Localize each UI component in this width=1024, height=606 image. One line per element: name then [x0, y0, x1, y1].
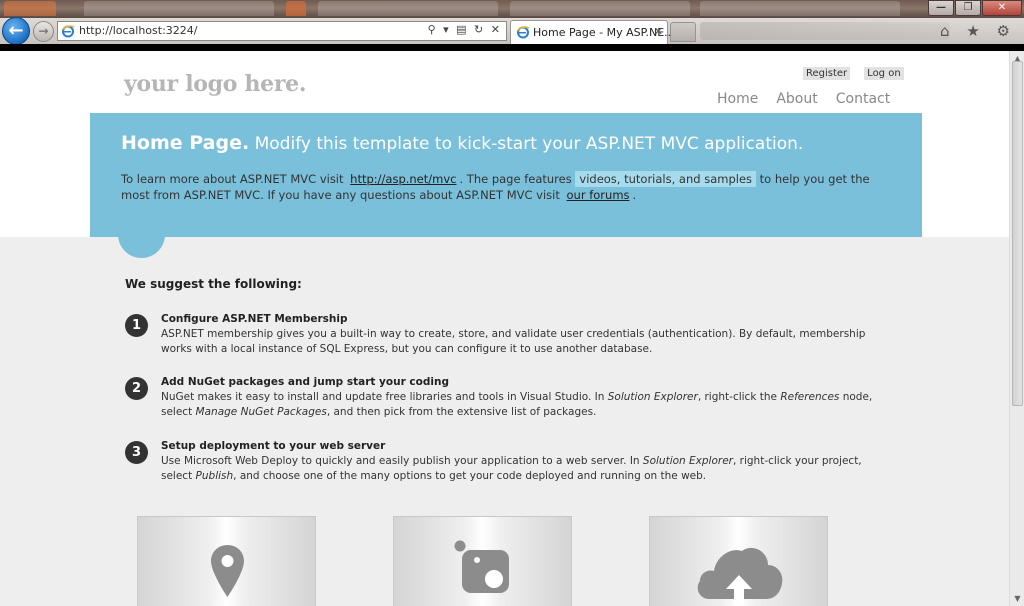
step-title: Add NuGet packages and jump start your c… [161, 376, 449, 388]
address-text[interactable]: http://localhost:3224/ [79, 24, 197, 37]
login-link[interactable]: Log on [864, 67, 904, 80]
nav-contact-link[interactable]: Contact [836, 91, 890, 107]
address-bar[interactable]: http://localhost:3224/ ⚲ ▾ ▤ ↻ ✕ [57, 21, 507, 41]
login-display: Register Log on [803, 67, 904, 80]
step-desc-part: , right-click the [697, 391, 781, 403]
back-button[interactable]: ← [2, 17, 30, 45]
background-tab [700, 1, 900, 16]
feature-card [137, 516, 316, 606]
step-desc-em: Solution Explorer [642, 455, 733, 467]
featured-highlight: videos, tutorials, and samples [575, 171, 757, 187]
step-desc-part: Use Microsoft Web Deploy to quickly and … [161, 455, 643, 467]
nav-about-link[interactable]: About [776, 91, 817, 107]
toolbar-divider [0, 44, 1024, 51]
scrollbar-thumb[interactable] [1012, 61, 1023, 406]
browser-tool-icons[interactable]: ⌂ ★ ⚙ [940, 22, 1016, 40]
nav-home-link[interactable]: Home [717, 91, 758, 107]
location-pin-icon [211, 545, 244, 597]
forums-link[interactable]: our forums [564, 188, 633, 202]
step-description: ASP.NET membership gives you a built-in … [161, 328, 866, 355]
featured-title-strong: Home Page. [121, 132, 250, 154]
photo-icon [454, 540, 509, 593]
tab-home-page[interactable]: Home Page - My ASP.NE... ✕ [510, 20, 675, 44]
step-desc-em: Publish [195, 470, 234, 482]
window-controls: — ❐ ✕ [927, 0, 1022, 16]
step-description: Use Microsoft Web Deploy to quickly and … [161, 454, 893, 484]
close-window-button[interactable]: ✕ [982, 0, 1022, 16]
cloud-upload-icon [697, 547, 783, 605]
featured-text-part: To learn more about ASP.NET MVC visit [121, 172, 348, 186]
featured-title: Home Page. Modify this template to kick-… [121, 132, 803, 154]
window-title-bar: — ❐ ✕ [0, 0, 1024, 18]
step-desc-em: Manage NuGet Packages [195, 406, 327, 418]
background-tab [510, 1, 690, 16]
minimize-button[interactable]: — [928, 0, 954, 16]
step-desc-em: References [780, 391, 840, 403]
background-tab [84, 1, 274, 16]
ie-icon [61, 25, 75, 38]
background-tab [286, 1, 306, 16]
scroll-down-arrow-icon[interactable]: ▼ [1010, 591, 1024, 606]
new-tab-button[interactable] [670, 22, 696, 42]
step-desc-em: Solution Explorer [607, 391, 698, 403]
site-logo[interactable]: your logo here. [124, 71, 307, 97]
suggest-heading: We suggest the following: [125, 277, 302, 291]
favorites-bar [700, 22, 950, 40]
background-tab [4, 1, 56, 16]
step-number: 3 [125, 441, 148, 464]
step-desc-part: , and then pick from the extensive list … [326, 406, 597, 418]
background-tab [318, 1, 498, 16]
ie-icon [516, 26, 530, 39]
featured-text: To learn more about ASP.NET MVC visit ht… [121, 171, 881, 203]
step-number: 1 [125, 314, 148, 337]
step-description: NuGet makes it easy to install and updat… [161, 390, 893, 420]
step-number: 2 [125, 377, 148, 400]
feature-card [649, 516, 828, 606]
step-desc-part: , and choose one of the many options to … [233, 470, 707, 482]
forward-button[interactable]: → [33, 21, 54, 42]
register-link[interactable]: Register [803, 67, 851, 80]
main-menu: Home About Contact [717, 91, 890, 107]
featured-text-part: . [632, 188, 637, 202]
web-page: your logo here. Register Log on Home Abo… [0, 51, 1009, 606]
featured-title-text: Modify this template to kick-start your … [249, 134, 804, 154]
address-bar-icons[interactable]: ⚲ ▾ ▤ ↻ ✕ [428, 23, 502, 36]
step-title: Setup deployment to your web server [161, 440, 386, 452]
asp-net-mvc-link[interactable]: http://asp.net/mvc [347, 172, 459, 186]
restore-button[interactable]: ❐ [955, 0, 981, 16]
featured-text-part: . The page features [459, 172, 576, 186]
feature-card [393, 516, 572, 606]
tab-close-icon[interactable]: ✕ [654, 25, 663, 38]
step-desc-part: NuGet makes it easy to install and updat… [161, 391, 608, 403]
step-title: Configure ASP.NET Membership [161, 313, 348, 325]
vertical-scrollbar[interactable]: ▲ ▼ [1009, 51, 1024, 606]
